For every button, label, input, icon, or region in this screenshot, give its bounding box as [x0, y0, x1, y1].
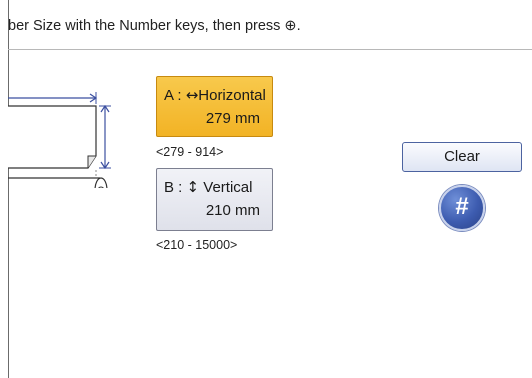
horizontal-prefix: A :	[164, 87, 186, 104]
vertical-arrow-icon: ↕	[186, 178, 200, 196]
header-divider	[8, 49, 532, 50]
vertical-value: 210 mm	[205, 202, 260, 219]
horizontal-label: Horizontal	[198, 87, 266, 104]
clear-button[interactable]: Clear	[402, 142, 522, 172]
horizontal-arrow-icon: ↔	[185, 86, 199, 104]
horizontal-size-button[interactable]: A : ↔Horizontal 279 mm	[156, 76, 273, 137]
paper-roll-dimension-icon	[8, 92, 111, 188]
vertical-size-button[interactable]: B : ↕ Vertical 210 mm	[156, 168, 273, 231]
horizontal-value: 279 mm	[205, 110, 260, 127]
instruction-text: ber Size with the Number keys, then pres…	[8, 18, 301, 34]
hash-key-button[interactable]: #	[439, 185, 485, 231]
vertical-label: Vertical	[199, 179, 253, 196]
vertical-range: <210 - 15000>	[156, 238, 238, 252]
vertical-prefix: B :	[164, 179, 187, 196]
horizontal-range: <279 - 914>	[156, 145, 224, 159]
left-divider	[8, 0, 9, 378]
